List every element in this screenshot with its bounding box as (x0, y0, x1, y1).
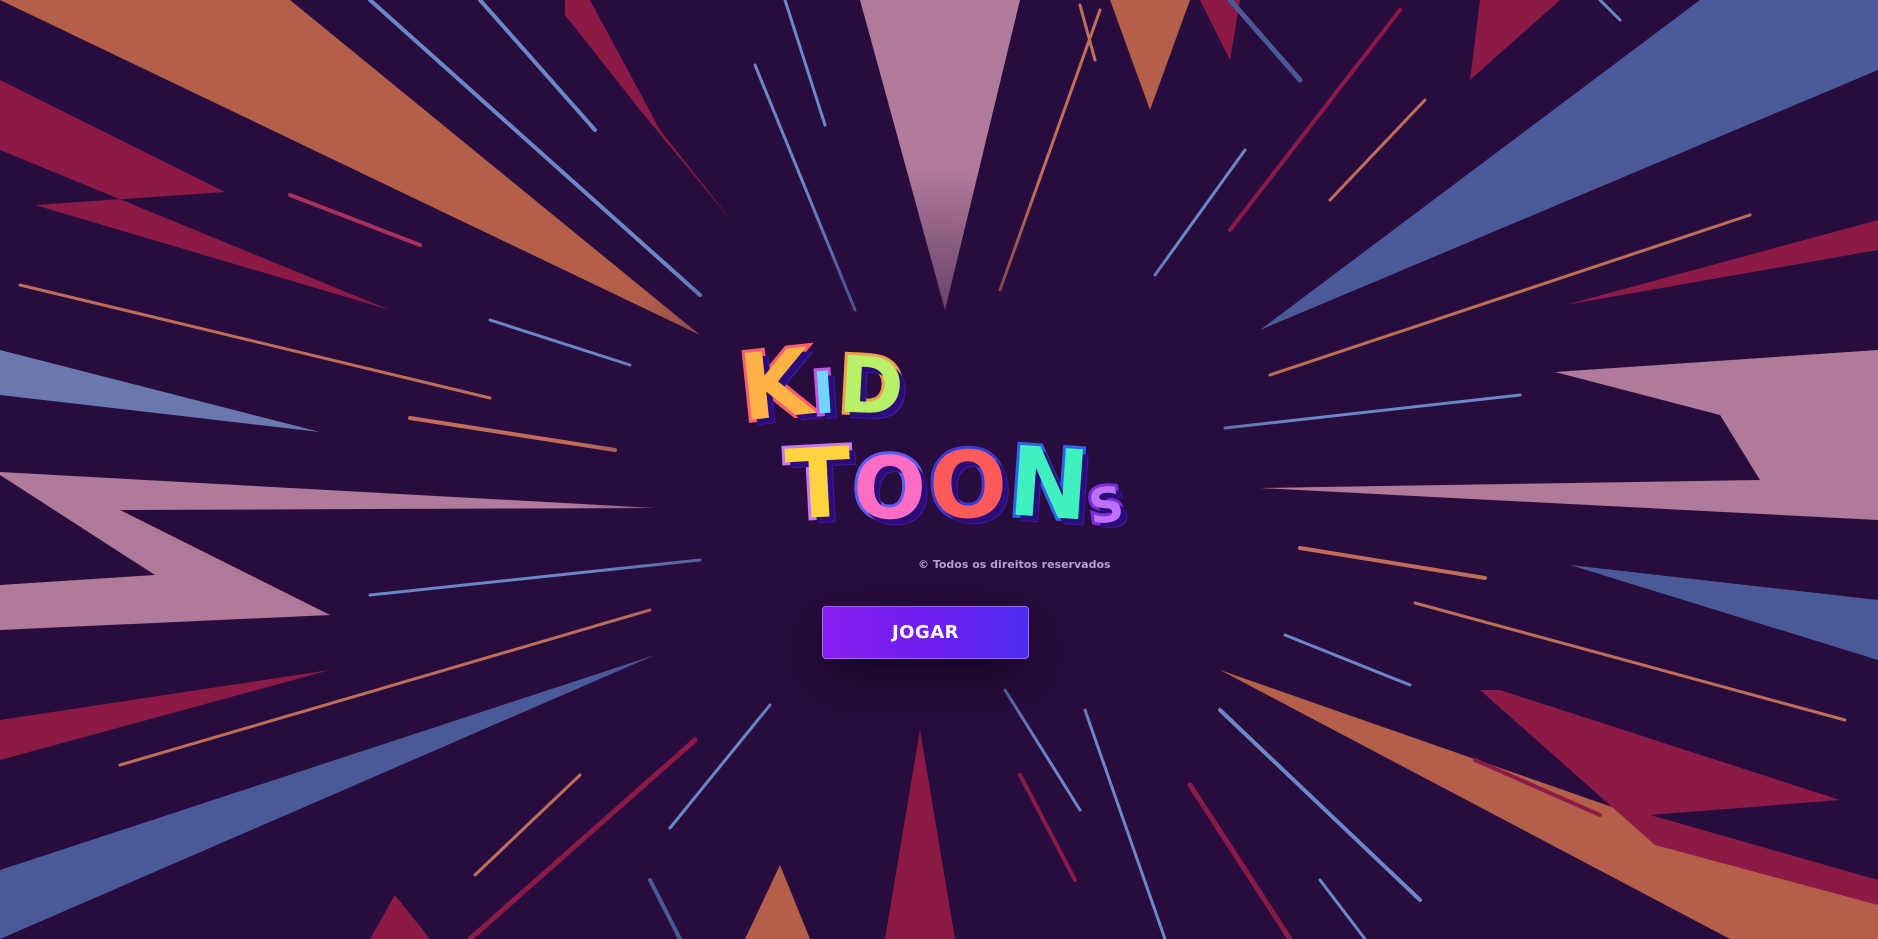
logo-letter: S (1082, 473, 1130, 539)
logo-letter: O (849, 435, 932, 543)
logo-letter: N (1002, 422, 1096, 545)
logo-letter: K (732, 326, 820, 446)
copyright-text: © Todos os direitos reservados (918, 558, 1111, 571)
logo-line-kid: K I D (732, 326, 909, 446)
kidtoons-logo: K I D T O O N S (726, 326, 1131, 570)
logo-letter: O (924, 428, 1012, 544)
logo-letter: I (808, 355, 840, 430)
logo-letter: T (780, 423, 857, 544)
play-button[interactable]: JOGAR (822, 606, 1029, 659)
logo-letter: D (834, 337, 909, 436)
logo-line-toons: T O O N S (780, 422, 1130, 545)
